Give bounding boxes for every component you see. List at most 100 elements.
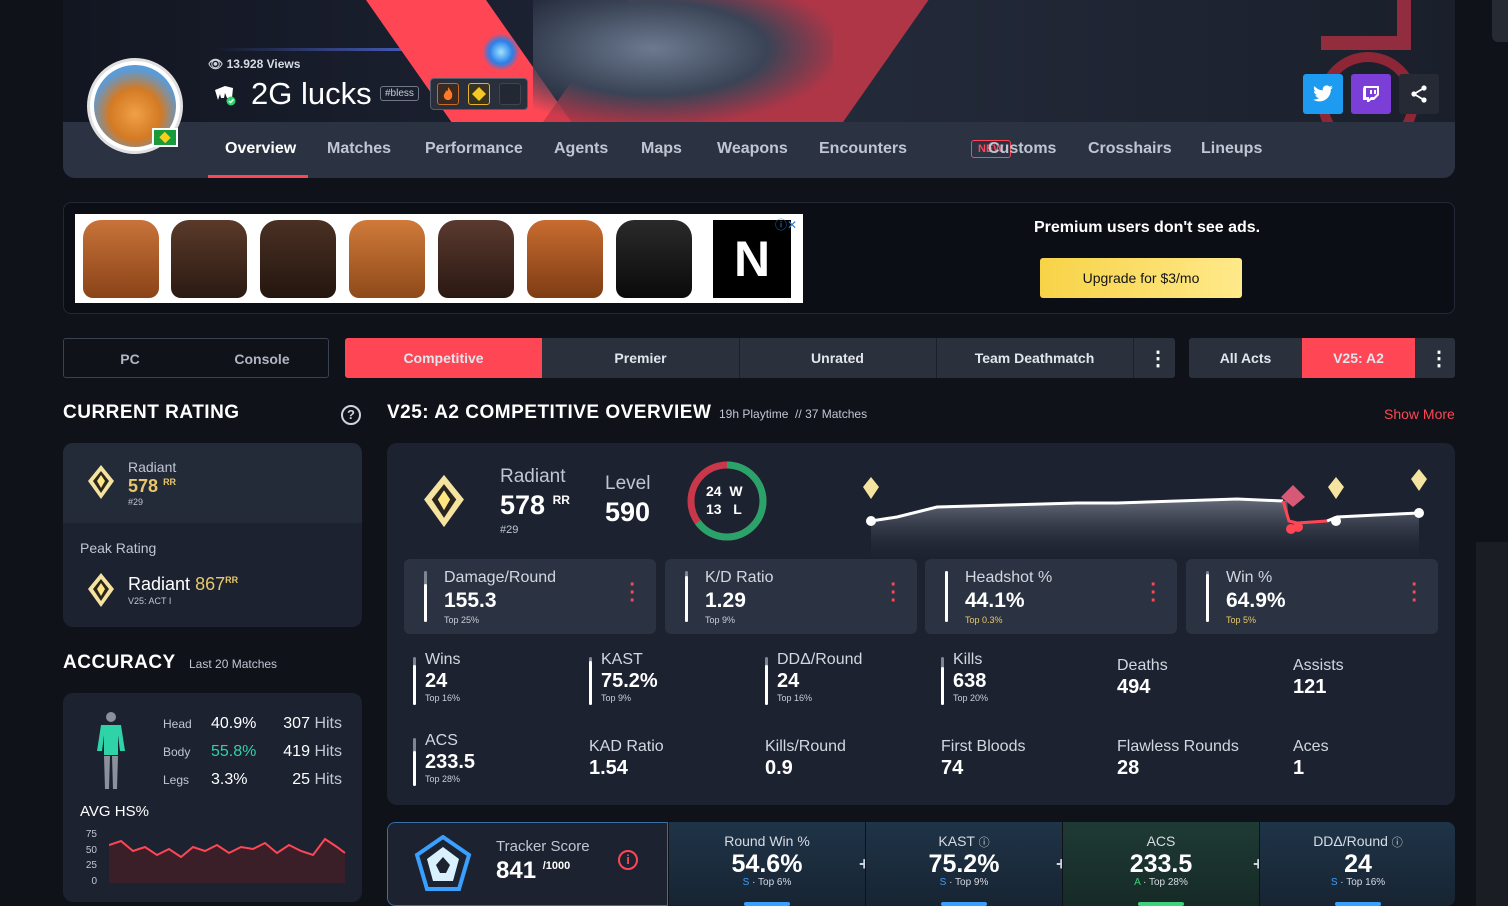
sub-stat-value: 1.54	[589, 757, 628, 779]
sub-stat: KAD Ratio 1.54	[589, 732, 759, 792]
tracker-metric: Round Win % 54.6% S · Top 6%	[668, 822, 865, 906]
help-icon[interactable]: ?	[341, 405, 361, 425]
stat-menu-icon[interactable]: · · ·	[629, 575, 636, 611]
share-button[interactable]	[1399, 74, 1439, 114]
tracker-metric: ACS 233.5 A · Top 28%	[1062, 822, 1259, 906]
tab-customs[interactable]: Customs	[988, 140, 1056, 158]
stat-card[interactable]: Damage/Round 155.3 Top 25% · · ·	[404, 559, 656, 634]
act-v25-a2[interactable]: V25: A2	[1302, 338, 1415, 378]
side-panel-edge	[1476, 542, 1508, 906]
sub-stat: Flawless Rounds 28	[1117, 732, 1287, 792]
sub-stat-label: First Bloods	[941, 738, 1026, 755]
tab-weapons[interactable]: Weapons	[717, 140, 788, 158]
sub-stat-label: Wins	[425, 651, 461, 668]
sub-stat-value: 121	[1293, 676, 1327, 698]
player-badges	[430, 78, 528, 110]
info-icon[interactable]: ⓘ	[1392, 837, 1403, 849]
tab-performance[interactable]: Performance	[425, 140, 523, 158]
stat-menu-icon[interactable]: · · ·	[1411, 575, 1418, 611]
accuracy-hits: 419 Hits	[283, 743, 342, 760]
overview-meta: 19h Playtime // 37 Matches	[719, 407, 868, 421]
level-value: 590	[605, 497, 651, 527]
tracker-metric-rank: S · Top 16%	[1330, 877, 1386, 888]
tracker-metric-value: 75.2%	[928, 850, 1000, 878]
riot-verified-icon	[212, 84, 236, 106]
tab-encounters[interactable]: Encounters	[819, 140, 907, 158]
rr-history-chart	[863, 469, 1427, 563]
flame-badge-icon[interactable]	[437, 83, 459, 105]
corner-widget	[1492, 0, 1508, 42]
sub-stat-rank: Top 28%	[425, 774, 461, 784]
act-all[interactable]: All Acts	[1189, 338, 1302, 378]
twitch-button[interactable]	[1351, 74, 1391, 114]
tab-matches[interactable]: Matches	[327, 140, 391, 158]
accuracy-pct: 3.3%	[211, 771, 248, 788]
sub-stat-label: Deaths	[1117, 657, 1168, 674]
sub-stat-label: Assists	[1293, 657, 1344, 674]
twitter-icon	[1313, 85, 1333, 102]
views-count: 👁 13.928 Views	[208, 57, 301, 71]
stat-value: 44.1%	[965, 589, 1025, 612]
accuracy-subtitle: Last 20 Matches	[189, 657, 278, 671]
mode-premier[interactable]: Premier	[542, 338, 739, 378]
twitter-button[interactable]	[1303, 74, 1343, 114]
ad-image[interactable]: N ⓘ✕	[75, 214, 803, 303]
overview-card: Radiant 578 RR #29 Level 590 24 W 13 L D…	[387, 443, 1455, 805]
tab-crosshairs[interactable]: Crosshairs	[1088, 140, 1172, 158]
more-acts-icon[interactable]: ⋮	[1429, 346, 1449, 371]
sub-stat: First Bloods 74	[941, 732, 1111, 792]
tracker-metric-rank: S · Top 9%	[939, 877, 989, 888]
overview-rank-icon	[424, 474, 464, 528]
upgrade-button[interactable]: Upgrade for $3/mo	[1040, 258, 1242, 298]
sub-stat: Kills/Round 0.9	[765, 732, 935, 792]
stat-label: K/D Ratio	[705, 569, 774, 586]
mode-unrated[interactable]: Unrated	[739, 338, 936, 378]
show-more-link[interactable]: Show More	[1384, 406, 1455, 422]
stat-menu-icon[interactable]: · · ·	[1150, 575, 1157, 611]
sub-stat: KAST 75.2% Top 9%	[589, 651, 759, 711]
tracker-metric-label: DDΔ/Round ⓘ	[1313, 833, 1403, 849]
mode-team-deathmatch[interactable]: Team Deathmatch	[936, 338, 1133, 378]
sub-stat-value: 28	[1117, 757, 1140, 779]
platform-pc[interactable]: PC	[64, 339, 196, 379]
accuracy-card: Head 40.9% 307 Hits Body 55.8% 419 Hits …	[63, 693, 362, 902]
tab-overview[interactable]: Overview	[225, 140, 296, 158]
empty-badge-slot[interactable]	[499, 83, 521, 105]
accuracy-hits: 25 Hits	[292, 771, 342, 788]
platform-console[interactable]: Console	[196, 339, 328, 379]
mode-competitive[interactable]: Competitive	[345, 338, 542, 378]
tracker-metric-value: 54.6%	[731, 850, 803, 878]
stat-menu-icon[interactable]: · · ·	[890, 575, 897, 611]
radiant-rank-icon	[88, 465, 114, 499]
stat-value: 64.9%	[1226, 589, 1286, 612]
level-label: Level	[605, 473, 651, 494]
tracker-score-icon	[414, 835, 472, 891]
win-loss-text: 24 W 13 L	[706, 483, 743, 517]
diamond-badge-icon[interactable]	[468, 83, 490, 105]
sub-stat-value: 1	[1293, 757, 1305, 779]
more-modes-icon[interactable]: ⋮	[1148, 346, 1168, 371]
sub-stat-label: Flawless Rounds	[1117, 738, 1239, 755]
stat-rank: Top 25%	[444, 615, 480, 625]
tab-maps[interactable]: Maps	[641, 140, 682, 158]
sub-stat-label: ACS	[425, 732, 458, 749]
player-name: 2G lucks	[251, 76, 372, 111]
info-icon[interactable]: ⓘ	[979, 837, 990, 849]
sub-stat: Kills 638 Top 20%	[941, 651, 1111, 711]
overview-rank: Radiant	[500, 466, 566, 487]
tab-lineups[interactable]: Lineups	[1201, 140, 1262, 158]
stat-card[interactable]: Win % 64.9% Top 5% · · ·	[1186, 559, 1438, 634]
stat-card[interactable]: K/D Ratio 1.29 Top 9% · · ·	[665, 559, 917, 634]
tracker-metric-label: ACS	[1146, 833, 1176, 849]
tracker-metric-label: Round Win %	[724, 833, 810, 849]
profile-nav: Overview Matches Performance Agents Maps…	[63, 122, 1455, 178]
sub-stat: Wins 24 Top 16%	[413, 651, 583, 711]
eye-icon: 👁	[208, 57, 224, 71]
tracker-info-icon[interactable]: i	[618, 850, 638, 870]
ad-close-icon[interactable]: ⓘ✕	[775, 216, 797, 233]
sub-stat-value: 638	[953, 670, 987, 692]
stat-card[interactable]: Headshot % 44.1% Top 0.3% · · ·	[925, 559, 1177, 634]
rating-card: Radiant 578 RR #29 Peak Rating Radiant 8…	[63, 443, 362, 627]
tab-agents[interactable]: Agents	[554, 140, 608, 158]
peak-rating-label: Peak Rating	[80, 540, 157, 556]
